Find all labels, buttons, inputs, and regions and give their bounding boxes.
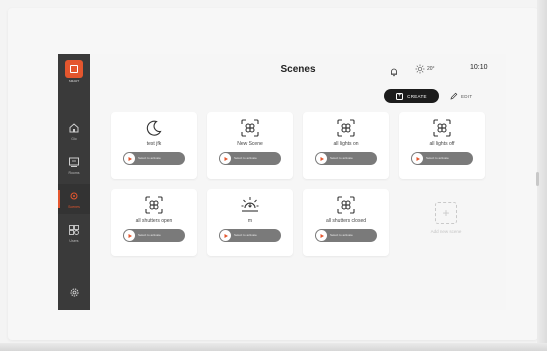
- activate-button[interactable]: Select to activate: [315, 152, 377, 165]
- scene-card[interactable]: all lights off Select to activate: [399, 112, 485, 179]
- scene-card[interactable]: all shutters closed Select to activate: [303, 189, 389, 256]
- page-title: Scenes: [280, 64, 316, 75]
- device-bottom-edge: [0, 343, 547, 351]
- device-side-button: [536, 172, 539, 186]
- users-icon: [69, 224, 79, 235]
- sidebar-item-users[interactable]: Users: [58, 218, 90, 248]
- play-icon: [316, 230, 327, 241]
- scene-card[interactable]: all lights on Select to activate: [303, 112, 389, 179]
- scene-icon: [241, 119, 259, 137]
- activate-label: Select to activate: [234, 233, 257, 237]
- edit-label: EDIT: [461, 93, 473, 99]
- create-label: CREATE: [407, 93, 427, 99]
- activate-label: Select to activate: [138, 156, 161, 160]
- activate-label: Select to activate: [426, 156, 449, 160]
- screen: SMART Gio Rooms Scenes Users Scenes 20° …: [58, 54, 506, 310]
- play-icon: [316, 153, 327, 164]
- sun-icon: [415, 64, 425, 74]
- play-icon: [412, 153, 423, 164]
- activate-label: Select to activate: [138, 233, 161, 237]
- activate-label: Select to activate: [330, 233, 353, 237]
- settings-button[interactable]: [66, 284, 82, 300]
- pencil-icon: [450, 92, 458, 100]
- scene-name: test jfk: [146, 141, 162, 147]
- scene-name: all shutters closed: [325, 218, 367, 224]
- play-icon: [220, 153, 231, 164]
- sidebar: SMART Gio Rooms Scenes Users: [58, 54, 90, 310]
- activate-button[interactable]: Select to activate: [123, 152, 185, 165]
- scene-icon: [337, 196, 355, 214]
- activate-button[interactable]: Select to activate: [123, 229, 185, 242]
- activate-button[interactable]: Select to activate: [219, 152, 281, 165]
- temperature: 20°: [427, 66, 435, 72]
- activate-label: Select to activate: [330, 156, 353, 160]
- sidebar-item-label: Scenes: [68, 204, 80, 209]
- home-icon: [69, 122, 79, 132]
- sidebar-item-label: Rooms: [68, 170, 80, 175]
- play-icon: [124, 153, 135, 164]
- scene-icon: [337, 119, 355, 137]
- activate-label: Select to activate: [234, 156, 257, 160]
- scene-card[interactable]: m Select to activate: [207, 189, 293, 256]
- moon-icon: [146, 120, 162, 136]
- edit-button[interactable]: EDIT: [450, 89, 472, 103]
- sidebar-item-home[interactable]: Gio: [58, 116, 90, 146]
- sidebar-item-label: Gio: [71, 136, 77, 141]
- sidebar-item-label: Users: [69, 238, 79, 243]
- scene-name: New Scene: [237, 141, 263, 147]
- scene-icon: [145, 196, 163, 214]
- scene-name: all shutters open: [135, 218, 173, 224]
- scenes-icon: [70, 192, 78, 199]
- add-icon: +: [435, 202, 457, 224]
- add-scene-label: Add new scene: [430, 229, 462, 234]
- scene-card[interactable]: all shutters open Select to activate: [111, 189, 197, 256]
- weather-widget: 20°: [415, 64, 435, 74]
- play-icon: [124, 230, 135, 241]
- play-icon: [220, 230, 231, 241]
- scene-card[interactable]: New Scene Select to activate: [207, 112, 293, 179]
- sidebar-item-scenes[interactable]: Scenes: [58, 184, 90, 214]
- scene-name: m: [247, 218, 253, 224]
- plus-icon: +: [396, 92, 404, 100]
- gear-icon: [69, 287, 79, 297]
- app-logo: [65, 60, 83, 78]
- notifications-button[interactable]: [389, 64, 399, 77]
- scene-name: all lights off: [429, 141, 455, 147]
- create-scene-button[interactable]: + CREATE: [384, 89, 439, 103]
- scene-name: all lights on: [333, 141, 359, 147]
- bell-icon: [391, 68, 397, 77]
- scene-icon: [433, 119, 451, 137]
- sidebar-item-rooms[interactable]: Rooms: [58, 150, 90, 180]
- activate-button[interactable]: Select to activate: [315, 229, 377, 242]
- clock: 10:10: [470, 64, 488, 71]
- scene-card[interactable]: test jfk Select to activate: [111, 112, 197, 179]
- sunrise-icon: [241, 197, 259, 212]
- devices-icon: [69, 157, 79, 167]
- logo-text: SMART: [68, 79, 80, 83]
- activate-button[interactable]: Select to activate: [411, 152, 473, 165]
- add-scene-button[interactable]: + Add new scene: [403, 189, 489, 256]
- activate-button[interactable]: Select to activate: [219, 229, 281, 242]
